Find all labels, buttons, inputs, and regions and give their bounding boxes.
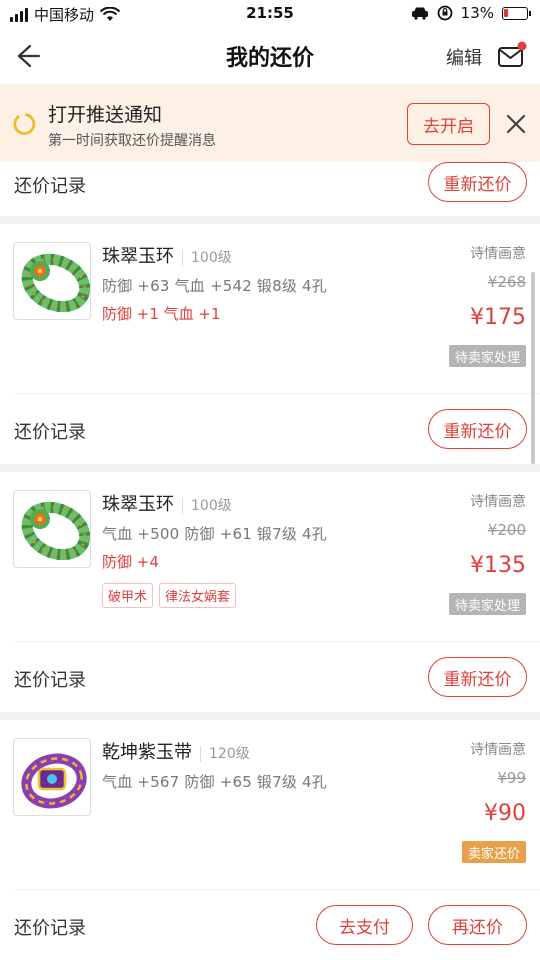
divider	[14, 393, 540, 394]
offer-price: ¥90	[484, 801, 526, 826]
battery-percent: 13%	[460, 4, 494, 22]
item-tags: 破甲术 律法女娲套	[102, 583, 237, 608]
enable-notification-button[interactable]: 去开启	[407, 103, 490, 145]
seller-name: 诗情画意	[470, 246, 526, 262]
item-level: 100级	[182, 498, 232, 514]
counter-offer-button[interactable]: 再还价	[428, 905, 527, 945]
original-price: ¥99	[497, 769, 526, 787]
item-attributes: 防御 +63 气血 +542 锻8级 4孔	[102, 277, 327, 295]
item-level: 100级	[182, 250, 232, 266]
status-badge: 卖家还价	[461, 841, 526, 863]
mail-icon[interactable]	[496, 40, 528, 72]
offer-card: 珠翠玉环 100级 气血 +500 防御 +61 锻7级 4孔 防御 +4 破甲术…	[0, 472, 540, 712]
item-extra-attributes: 防御 +1 气血 +1	[102, 305, 221, 323]
notice-subtitle: 第一时间获取还价提醒消息	[48, 133, 216, 149]
item-extra-attributes: 防御 +4	[102, 553, 159, 571]
notification-ring-icon	[13, 113, 36, 135]
seller-name: 诗情画意	[470, 742, 526, 758]
item-tag: 破甲术	[102, 583, 154, 608]
status-badge: 待卖家处理	[448, 345, 526, 367]
record-label[interactable]: 还价记录	[14, 172, 86, 198]
offer-price: ¥175	[470, 305, 526, 330]
item-name: 乾坤紫玉带 120级	[102, 742, 250, 763]
item-image[interactable]	[13, 490, 91, 568]
close-icon[interactable]	[502, 110, 530, 138]
original-price: ¥268	[487, 273, 526, 291]
item-image[interactable]	[13, 738, 91, 816]
original-price: ¥200	[487, 521, 526, 539]
push-notice-banner: 打开推送通知 第一时间获取还价提醒消息 去开启	[0, 84, 540, 162]
re-offer-button[interactable]: 重新还价	[428, 409, 527, 449]
item-tag: 律法女娲套	[159, 583, 237, 608]
re-offer-button[interactable]: 重新还价	[428, 657, 527, 697]
re-offer-button[interactable]: 重新还价	[428, 162, 527, 202]
status-right: 13%	[411, 4, 531, 22]
offer-card: 乾坤紫玉带 120级 气血 +567 防御 +65 锻7级 4孔 诗情画意 ¥99…	[0, 720, 540, 960]
offer-price: ¥135	[470, 553, 526, 578]
seller-name: 诗情画意	[470, 494, 526, 510]
item-attributes: 气血 +567 防御 +65 锻7级 4孔	[102, 773, 327, 791]
battery-icon	[502, 6, 531, 20]
edit-button[interactable]: 编辑	[446, 44, 482, 70]
record-row-top: 还价记录 重新还价	[0, 162, 540, 216]
nav-bar: 我的还价 编辑	[0, 28, 540, 84]
record-label[interactable]: 还价记录	[14, 914, 86, 940]
purple-belt-image	[21, 753, 87, 809]
car-icon	[411, 7, 428, 20]
item-name: 珠翠玉环 100级	[102, 494, 232, 515]
item-name: 珠翠玉环 100级	[102, 246, 232, 267]
divider	[14, 889, 540, 890]
jade-ring-image	[21, 253, 90, 313]
item-level: 120级	[200, 746, 250, 762]
notice-title: 打开推送通知	[48, 104, 163, 126]
status-badge: 待卖家处理	[448, 593, 526, 615]
record-label[interactable]: 还价记录	[14, 418, 86, 444]
divider	[14, 641, 540, 642]
item-image[interactable]	[13, 242, 91, 320]
record-label[interactable]: 还价记录	[14, 666, 86, 692]
pay-button[interactable]: 去支付	[316, 905, 413, 945]
status-bar: 中国移动 21:55 13%	[0, 0, 540, 28]
jade-ring-image	[21, 501, 90, 561]
offer-card: 珠翠玉环 100级 防御 +63 气血 +542 锻8级 4孔 防御 +1 气血 …	[0, 224, 540, 464]
rotation-lock-icon	[437, 5, 453, 21]
scrollbar[interactable]	[531, 272, 535, 464]
item-attributes: 气血 +500 防御 +61 锻7级 4孔	[102, 525, 327, 543]
